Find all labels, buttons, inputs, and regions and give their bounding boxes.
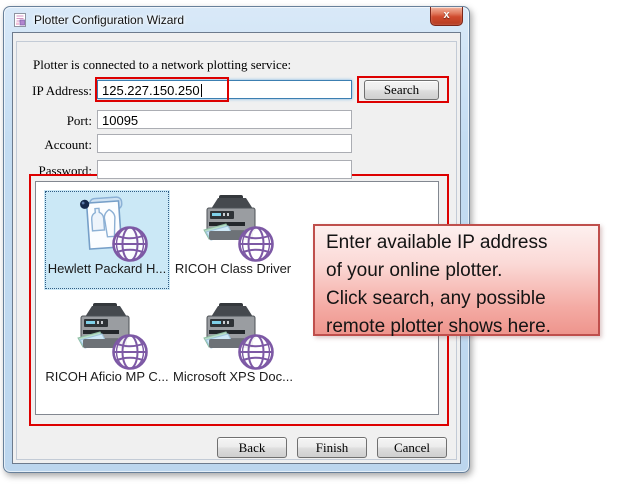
printer-globe-icon — [71, 301, 143, 367]
printer-globe-icon — [197, 193, 269, 259]
callout-line: Enter available IP address — [326, 229, 598, 257]
plotter-globe-icon — [71, 193, 143, 259]
cancel-button[interactable]: Cancel — [377, 437, 447, 458]
network-globe-icon — [111, 333, 149, 371]
plotter-item-microsoft-xps[interactable]: Microsoft XPS Doc... — [170, 298, 296, 398]
callout-line: remote plotter shows here. — [326, 313, 598, 341]
plotter-item-ricoh-class[interactable]: RICOH Class Driver — [170, 190, 296, 290]
plotter-item-label: RICOH Class Driver — [175, 261, 291, 276]
callout-line: Click search, any possible — [326, 285, 598, 313]
password-label: Password: — [20, 163, 92, 179]
network-globe-icon — [237, 225, 275, 263]
intro-text: Plotter is connected to a network plotti… — [33, 57, 291, 73]
window-title: Plotter Configuration Wizard — [34, 13, 184, 27]
plotter-item-label: Hewlett Packard H... — [48, 261, 167, 276]
instruction-callout: Enter available IP address of your onlin… — [313, 224, 600, 336]
back-button[interactable]: Back — [217, 437, 287, 458]
account-input[interactable] — [97, 134, 352, 153]
app-icon — [12, 12, 28, 28]
plotter-item-label: Microsoft XPS Doc... — [173, 369, 293, 384]
port-input[interactable]: 10095 — [97, 110, 352, 129]
printer-globe-icon — [197, 301, 269, 367]
plotter-item-label: RICOH Aficio MP C... — [45, 369, 168, 384]
ip-address-label: IP Address: — [20, 83, 92, 99]
port-label: Port: — [20, 113, 92, 129]
plotter-item-hewlett-packard[interactable]: Hewlett Packard H... — [44, 190, 170, 290]
search-button[interactable]: Search — [364, 80, 439, 100]
screenshot-stage: Plotter Configuration Wizard x Plotter i… — [0, 0, 619, 487]
ip-address-input[interactable]: 125.227.150.250 — [97, 80, 352, 99]
password-input[interactable] — [97, 160, 352, 179]
plotter-item-ricoh-aficio[interactable]: RICOH Aficio MP C... — [44, 298, 170, 398]
finish-button[interactable]: Finish — [297, 437, 367, 458]
account-label: Account: — [20, 137, 92, 153]
callout-line: of your online plotter. — [326, 257, 598, 285]
close-button[interactable]: x — [430, 7, 463, 26]
network-globe-icon — [111, 225, 149, 263]
text-caret — [201, 84, 202, 97]
network-globe-icon — [237, 333, 275, 371]
titlebar[interactable]: Plotter Configuration Wizard x — [4, 7, 469, 32]
